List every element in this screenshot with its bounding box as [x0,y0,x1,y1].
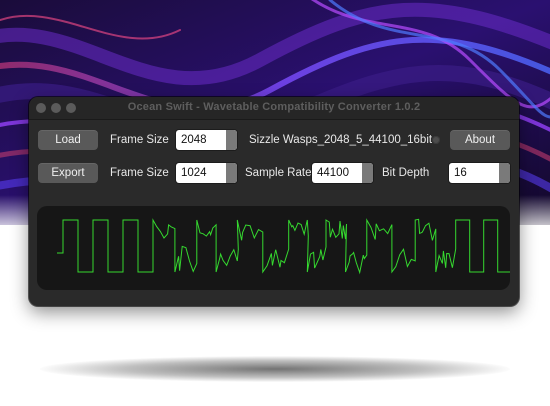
source-frame-size-label: Frame Size [110,134,169,146]
about-button[interactable]: About [450,130,510,150]
window-title: Ocean Swift - Wavetable Compatibility Co… [127,101,421,113]
app-window: Ocean Swift - Wavetable Compatibility Co… [29,97,519,306]
source-frame-size-value: 2048 [181,134,207,146]
load-button[interactable]: Load [38,130,98,150]
sample-rate-value: 44100 [317,167,349,179]
window-floor-shadow [40,356,510,382]
sample-rate-select[interactable]: 44100 [312,163,373,183]
target-frame-size-select[interactable]: 1024 [176,163,237,183]
target-frame-size-label: Frame Size [110,167,169,179]
bit-depth-select[interactable]: 16 [449,163,510,183]
title-bar[interactable]: Ocean Swift - Wavetable Compatibility Co… [29,97,519,120]
status-indicator-icon [432,136,440,144]
bit-depth-value: 16 [454,167,467,179]
waveform-display [37,206,510,290]
sample-rate-label: Sample Rate [245,167,312,179]
loaded-file-name: Sizzle Wasps_2048_5_44100_16bit [249,134,433,146]
waveform-trace [57,218,510,275]
target-frame-size-value: 1024 [181,167,207,179]
dropdown-arrow-icon [226,130,237,150]
bit-depth-label: Bit Depth [382,167,430,179]
export-button[interactable]: Export [38,163,98,183]
dropdown-arrow-icon [226,163,237,183]
waveform-plot [57,218,510,275]
dropdown-arrow-icon [499,163,510,183]
source-frame-size-select[interactable]: 2048 [176,130,237,150]
dropdown-arrow-icon [362,163,373,183]
